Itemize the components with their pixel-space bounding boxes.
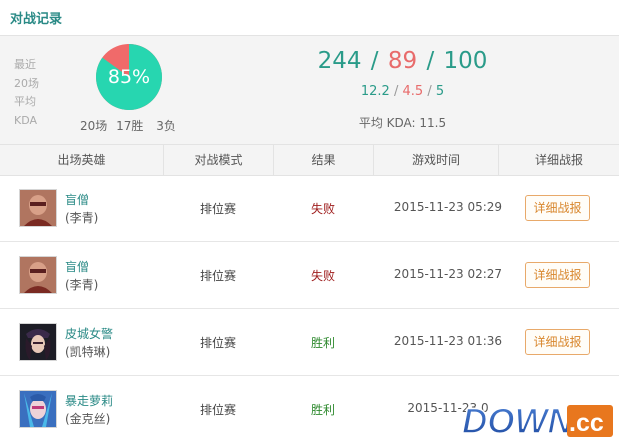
hero-nickname: (李青) bbox=[65, 278, 99, 292]
hero-nickname: (凯特琳) bbox=[65, 345, 111, 359]
recent-label-line: 最近 bbox=[14, 58, 36, 71]
lee-sin-portrait[interactable] bbox=[19, 256, 57, 294]
detail-report-button[interactable]: 详细战报 bbox=[525, 262, 590, 288]
match-result: 胜利 bbox=[310, 336, 335, 350]
hero-name[interactable]: 盲僧 bbox=[65, 258, 89, 275]
watermark-main-text: DOWN bbox=[462, 402, 574, 441]
kda-separator: / bbox=[426, 48, 435, 74]
down-cc-watermark-logo: DOWN .cc bbox=[461, 401, 613, 441]
match-result: 失败 bbox=[310, 269, 335, 283]
match-history-header: 对战记录 bbox=[0, 0, 619, 36]
kda-averages: 12.2 / 4.5 / 5 bbox=[300, 84, 505, 99]
detail-report-button[interactable]: 详细战报 bbox=[525, 329, 590, 355]
avg-deaths: 4.5 bbox=[402, 84, 424, 99]
lee-sin-portrait[interactable] bbox=[19, 189, 57, 227]
win-rate-text: 85% bbox=[107, 66, 151, 88]
page-title: 对战记录 bbox=[10, 12, 63, 27]
total-assists: 100 bbox=[443, 48, 488, 74]
kda-separator: / bbox=[370, 48, 379, 74]
recent-label-line: 平均 bbox=[14, 95, 36, 108]
detail-report-button[interactable]: 详细战报 bbox=[525, 195, 590, 221]
avg-kills: 12.2 bbox=[360, 84, 390, 99]
match-result: 胜利 bbox=[310, 403, 335, 417]
game-time: 2015-11-23 02:27 bbox=[393, 267, 503, 281]
column-header-detail: 详细战报 bbox=[498, 145, 619, 175]
table-row: 盲僧 (李青) 排位赛 失败 2015-11-23 02:27 详细战报 bbox=[0, 243, 619, 309]
table-row: 盲僧 (李青) 排位赛 失败 2015-11-23 05:29 详细战报 bbox=[0, 176, 619, 242]
hero-name[interactable]: 暴走萝莉 bbox=[65, 392, 113, 409]
column-header-result: 结果 bbox=[273, 145, 373, 175]
summary-panel: 最近 20场 平均 KDA 85% 20场 17胜 3负 244 / 89 / … bbox=[0, 36, 619, 145]
jinx-portrait[interactable] bbox=[19, 390, 57, 428]
game-mode: 排位赛 bbox=[199, 202, 236, 216]
game-mode: 排位赛 bbox=[199, 336, 236, 350]
losses-count: 3负 bbox=[156, 119, 176, 133]
table-header: 出场英雄 对战模式 结果 游戏时间 详细战报 bbox=[0, 145, 619, 176]
hero-name[interactable]: 盲僧 bbox=[65, 191, 89, 208]
game-counts: 20场 17胜 3负 bbox=[80, 117, 176, 134]
kda-totals: 244 / 89 / 100 bbox=[300, 48, 505, 74]
column-header-time: 游戏时间 bbox=[373, 145, 498, 175]
hero-name[interactable]: 皮城女警 bbox=[65, 325, 113, 342]
game-time: 2015-11-23 05:29 bbox=[393, 200, 503, 214]
kda-separator: / bbox=[427, 84, 432, 99]
recent-label-line: 20场 bbox=[14, 76, 39, 90]
game-time: 2015-11-23 01:36 bbox=[393, 334, 503, 348]
column-header-hero: 出场英雄 bbox=[57, 153, 106, 167]
column-header-mode: 对战模式 bbox=[163, 145, 273, 175]
hero-nickname: (李青) bbox=[65, 211, 99, 225]
kda-separator: / bbox=[393, 84, 399, 99]
games-count: 20场 bbox=[80, 119, 108, 133]
total-deaths: 89 bbox=[387, 48, 418, 74]
caitlyn-portrait[interactable] bbox=[19, 323, 57, 361]
average-kda: 平均 KDA: 11.5 bbox=[358, 116, 447, 130]
table-row: 皮城女警 (凯特琳) 排位赛 胜利 2015-11-23 01:36 详细战报 bbox=[0, 310, 619, 376]
watermark-suffix-text: .cc bbox=[569, 409, 604, 437]
avg-assists: 5 bbox=[435, 84, 445, 99]
game-mode: 排位赛 bbox=[199, 403, 236, 417]
match-result: 失败 bbox=[310, 202, 335, 216]
recent-label-line: KDA bbox=[14, 113, 38, 127]
recent-kda-label: 最近 20场 平均 KDA bbox=[14, 56, 44, 130]
total-kills: 244 bbox=[317, 48, 362, 74]
wins-count: 17胜 bbox=[116, 119, 144, 133]
hero-nickname: (金克丝) bbox=[65, 412, 111, 426]
game-mode: 排位赛 bbox=[199, 269, 236, 283]
